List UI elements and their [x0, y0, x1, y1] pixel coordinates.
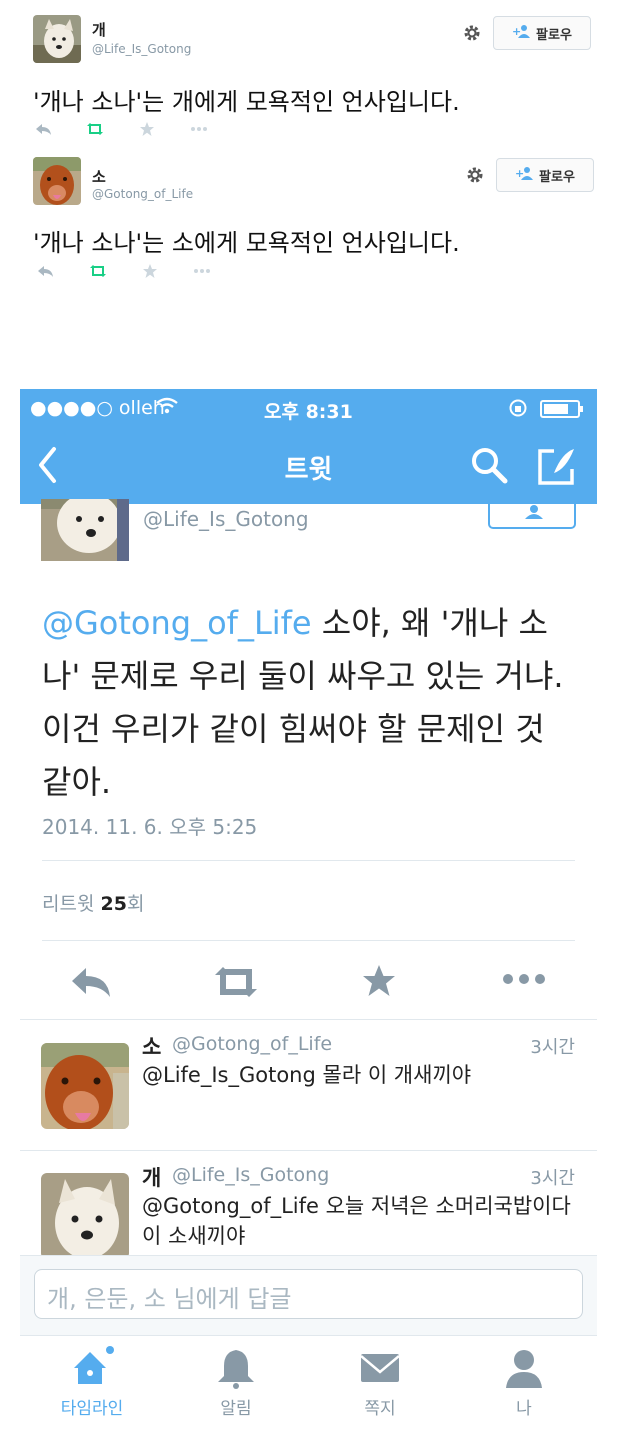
reply-handle[interactable]: @Life_Is_Gotong — [172, 1164, 329, 1186]
add-user-icon — [520, 503, 548, 525]
cow-avatar[interactable] — [33, 157, 81, 205]
tab-timeline[interactable]: 타임라인 — [20, 1346, 164, 1419]
reply-icon[interactable] — [35, 121, 53, 140]
reply-handle[interactable]: @Gotong_of_Life — [172, 1033, 332, 1055]
favorite-icon[interactable] — [361, 963, 397, 1003]
add-user-icon: + — [512, 24, 531, 42]
tweet-text: '개나 소나'는 소에게 모욕적인 언사입니다. — [33, 229, 460, 257]
reply-time: 3시간 — [530, 1037, 575, 1058]
tweet-timestamp: 2014. 11. 6. 오후 5:25 — [42, 815, 258, 839]
dog-name: 개 — [92, 21, 106, 39]
detail-tweet-text: @Gotong_of_Life 소야, 왜 '개나 소나' 문제로 우리 둘이 … — [42, 597, 572, 809]
gear-icon[interactable] — [462, 23, 482, 43]
more-icon[interactable] — [189, 121, 209, 140]
home-icon — [70, 1346, 114, 1390]
favorite-icon[interactable] — [139, 121, 155, 141]
reply-icon[interactable] — [70, 965, 114, 1003]
follow-label: 팔로우 — [539, 169, 575, 185]
divider — [42, 940, 575, 941]
reply-text: @Life_Is_Gotong 몰라 이 개새끼야 — [142, 1063, 472, 1087]
retweet-icon[interactable] — [85, 121, 105, 140]
reply-text: @Gotong_of_Life 오늘 저녁은 소머리국밥이다 이 소새끼야 — [142, 1194, 571, 1248]
tab-me[interactable]: 나 — [452, 1346, 596, 1419]
phone-screen: ●●●●○ olleh 오후 8:31 트윗 @Life_Is_Gotong @… — [20, 389, 597, 1448]
detail-actions — [20, 957, 597, 1007]
status-bar: ●●●●○ olleh 오후 8:31 — [20, 389, 597, 427]
embedded-tweet-dog: 개 @Life_Is_Gotong + 팔로우 '개나 소나'는 개에게 모욕적… — [0, 0, 641, 145]
battery-icon — [540, 400, 586, 423]
follow-button[interactable] — [488, 501, 576, 529]
tab-messages[interactable]: 쪽지 — [308, 1346, 452, 1419]
reply-item[interactable]: 개 @Life_Is_Gotong 3시간 @Gotong_of_Life 오늘… — [20, 1151, 597, 1255]
reply-compose-bar: 개, 은둔, 소 님에게 답글 — [20, 1255, 597, 1335]
dog-avatar[interactable] — [41, 1173, 129, 1255]
tweet-text: '개나 소나'는 개에게 모욕적인 언사입니다. — [33, 88, 460, 116]
reply-icon[interactable] — [37, 263, 55, 282]
more-icon[interactable] — [501, 971, 547, 991]
reply-name: 소 — [142, 1035, 162, 1059]
cow-handle[interactable]: @Gotong_of_Life — [92, 187, 193, 201]
tweet-actions — [33, 263, 233, 281]
clock-label: 오후 8:31 — [264, 401, 353, 423]
tab-label: 나 — [516, 1399, 532, 1419]
detail-avatar[interactable] — [41, 499, 129, 561]
retweet-count-suffix: 회 — [126, 893, 145, 915]
reply-input[interactable]: 개, 은둔, 소 님에게 답글 — [34, 1269, 583, 1319]
navigation-bar: 트윗 — [20, 427, 597, 504]
dog-avatar[interactable] — [33, 15, 81, 63]
bell-icon — [214, 1346, 258, 1390]
dog-handle[interactable]: @Life_Is_Gotong — [92, 42, 191, 56]
envelope-icon — [358, 1346, 402, 1390]
cow-name: 소 — [92, 168, 106, 186]
retweet-count[interactable]: 리트윗 25회 — [42, 889, 144, 916]
tweet-actions — [33, 121, 233, 139]
compose-icon[interactable] — [536, 445, 578, 491]
tab-label: 알림 — [220, 1399, 252, 1419]
retweet-count-value: 25 — [100, 893, 127, 915]
favorite-icon[interactable] — [142, 263, 158, 283]
search-icon[interactable] — [469, 445, 509, 489]
add-user-icon: + — [515, 166, 534, 184]
follow-label: 팔로우 — [536, 27, 572, 43]
gear-icon[interactable] — [465, 165, 485, 185]
follow-button[interactable]: + 팔로우 — [496, 158, 594, 192]
cow-avatar[interactable] — [41, 1043, 129, 1129]
reply-item[interactable]: 소 @Gotong_of_Life 3시간 @Life_Is_Gotong 몰라… — [20, 1020, 597, 1150]
reply-name: 개 — [142, 1166, 162, 1190]
follow-button[interactable]: + 팔로우 — [493, 16, 591, 50]
tab-label: 쪽지 — [364, 1399, 396, 1419]
detail-handle[interactable]: @Life_Is_Gotong — [143, 507, 309, 531]
carrier-label: ●●●●○ olleh — [30, 397, 165, 419]
retweet-count-label: 리트윗 — [42, 893, 95, 915]
embedded-tweet-cow: 소 @Gotong_of_Life + 팔로우 '개나 소나'는 소에게 모욕적… — [0, 145, 641, 285]
tab-bar: 타임라인 알림 쪽지 나 — [20, 1335, 597, 1448]
more-icon[interactable] — [192, 263, 212, 282]
retweet-icon[interactable] — [88, 263, 108, 282]
tab-notifications[interactable]: 알림 — [164, 1346, 308, 1419]
mention-link[interactable]: @Gotong_of_Life — [42, 604, 312, 642]
wifi-icon — [155, 397, 179, 420]
page-title: 트윗 — [284, 455, 333, 485]
tab-label: 타임라인 — [60, 1399, 124, 1419]
divider — [42, 860, 575, 861]
person-icon — [502, 1346, 546, 1390]
rotation-lock-icon — [508, 398, 528, 423]
retweet-icon[interactable] — [211, 965, 261, 1003]
reply-time: 3시간 — [530, 1168, 575, 1189]
